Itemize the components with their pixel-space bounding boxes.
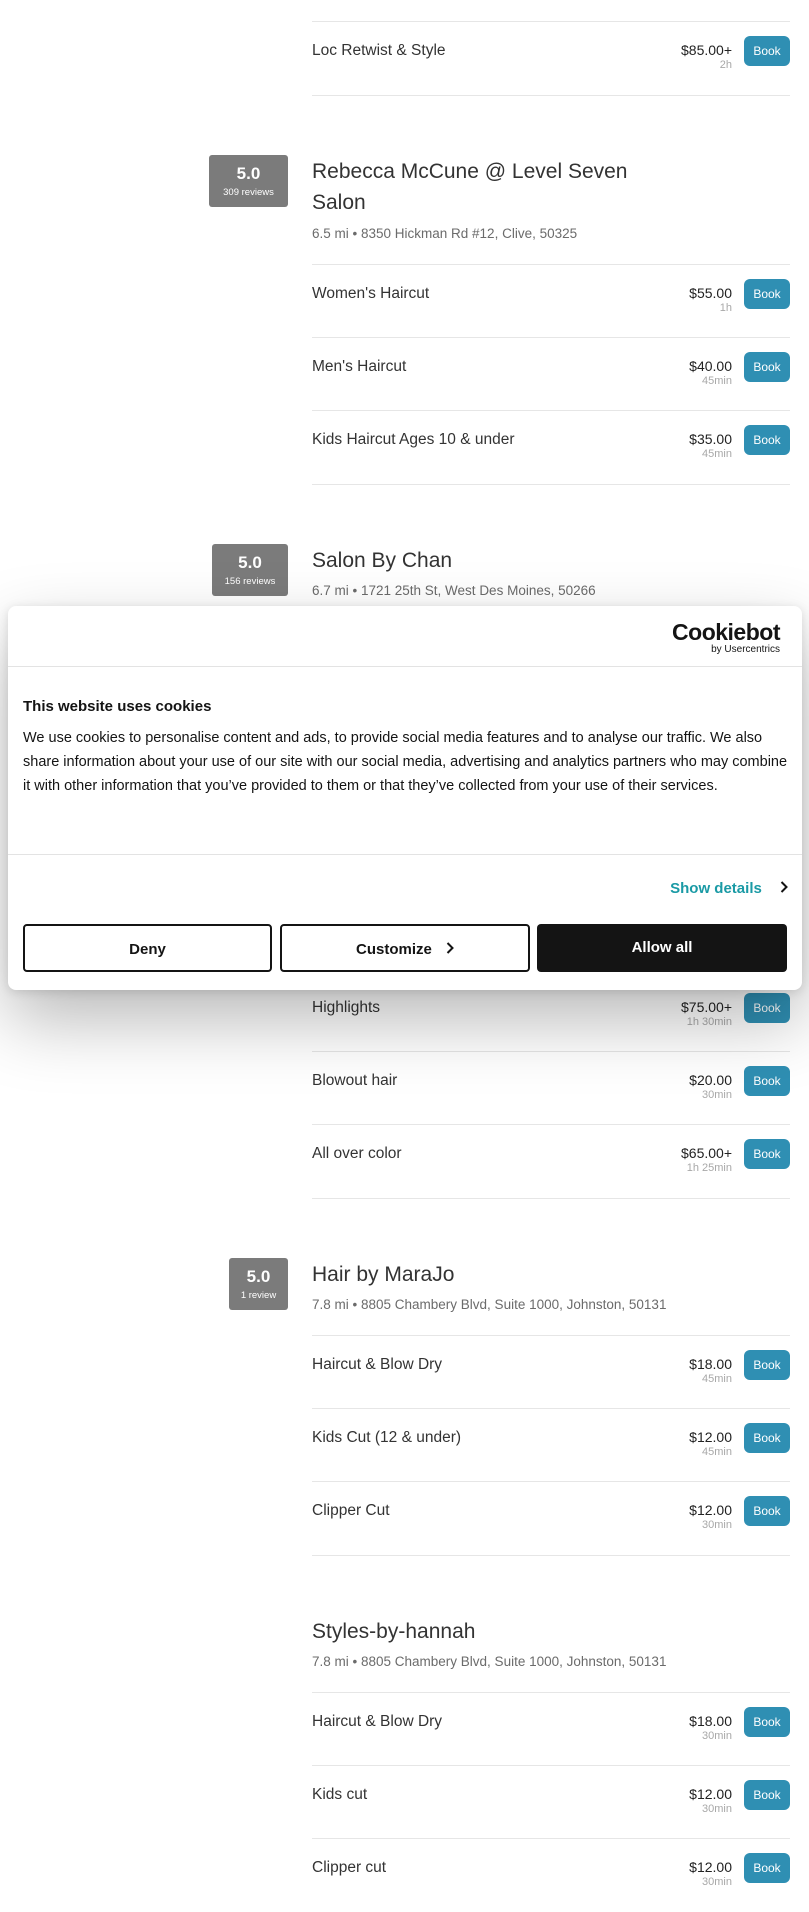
- service-price: $12.00: [689, 1502, 732, 1518]
- service-duration: 30min: [702, 1519, 732, 1531]
- salon-address: 6.5 mi • 8350 Hickman Rd #12, Clive, 503…: [312, 226, 578, 241]
- customize-label: Customize: [355, 941, 432, 958]
- cookie-body-text: We use cookies to personalise content an…: [23, 730, 788, 794]
- service-duration: 1h 30min: [686, 1016, 732, 1028]
- show-details-link[interactable]: Show details: [670, 880, 788, 897]
- service-duration: 2h: [719, 59, 732, 71]
- rating-badge: 5.0 156 reviews: [212, 544, 288, 596]
- service-price: $85.00+: [681, 42, 732, 58]
- service-row: Kids Cut (12 & under) $12.00 45min Book: [312, 1408, 790, 1482]
- cookiebot-brand: Cookiebot: [672, 619, 780, 645]
- book-button[interactable]: Book: [744, 993, 790, 1023]
- service-row: Blowout hair $20.00 30min Book: [312, 1051, 790, 1125]
- service-row: All over color $65.00+ 1h 25min Book: [312, 1124, 790, 1199]
- show-details-label: Show details: [670, 880, 762, 897]
- deny-label: Deny: [129, 941, 166, 958]
- service-duration: 45min: [702, 1373, 732, 1385]
- book-button[interactable]: Book: [744, 1066, 790, 1096]
- service-name: Blowout hair: [312, 1072, 398, 1089]
- service-name: Haircut & Blow Dry: [312, 1356, 443, 1373]
- service-name: All over color: [312, 1145, 402, 1162]
- service-price: $12.00: [689, 1429, 732, 1445]
- service-name: Highlights: [312, 999, 381, 1016]
- service-duration: 30min: [702, 1089, 732, 1101]
- service-name: Kids cut: [312, 1786, 368, 1803]
- service-duration: 45min: [702, 375, 732, 387]
- service-duration: 1h 25min: [686, 1162, 732, 1174]
- service-row: Clipper Cut $12.00 30min Book: [312, 1481, 790, 1556]
- service-name: Clipper Cut: [312, 1502, 390, 1519]
- chevron-right-icon: [780, 880, 788, 897]
- allow-all-label: Allow all: [631, 939, 693, 956]
- rating-badge: 5.0 309 reviews: [209, 155, 288, 207]
- salon-name[interactable]: Hair by MaraJo: [312, 1259, 672, 1290]
- service-row: Haircut & Blow Dry $18.00 45min Book: [312, 1335, 790, 1409]
- book-button[interactable]: Book: [744, 1496, 790, 1526]
- rating-score: 5.0: [238, 553, 262, 572]
- book-button[interactable]: Book: [744, 1780, 790, 1810]
- service-price: $20.00: [689, 1072, 732, 1088]
- book-button[interactable]: Book: [744, 1139, 790, 1169]
- service-price: $18.00: [689, 1713, 732, 1729]
- cookiebot-sub: by Usercentrics: [711, 644, 780, 655]
- service-duration: 30min: [702, 1803, 732, 1815]
- cookie-title: This website uses cookies: [23, 698, 212, 715]
- review-count: 309 reviews: [223, 187, 274, 198]
- service-price: $35.00: [689, 431, 732, 447]
- service-name: Kids Haircut Ages 10 & under: [312, 431, 515, 448]
- service-row: Kids cut $12.00 30min Book: [312, 1765, 790, 1839]
- service-row: Haircut & Blow Dry $18.00 30min Book: [312, 1692, 790, 1766]
- service-name: Haircut & Blow Dry: [312, 1713, 443, 1730]
- service-row: Kids Haircut Ages 10 & under $35.00 45mi…: [312, 410, 790, 485]
- service-name: Men's Haircut: [312, 358, 407, 375]
- service-duration: 45min: [702, 448, 732, 460]
- rating-badge: 5.0 1 review: [229, 1258, 288, 1310]
- salon-address: 6.7 mi • 1721 25th St, West Des Moines, …: [312, 583, 596, 598]
- service-row: Clipper cut $12.00 30min Book: [312, 1838, 790, 1912]
- service-name: Clipper cut: [312, 1859, 387, 1876]
- service-row: Women's Haircut $55.00 1h Book: [312, 264, 790, 338]
- salon-address: 7.8 mi • 8805 Chambery Blvd, Suite 1000,…: [312, 1297, 667, 1312]
- service-price: $55.00: [689, 285, 732, 301]
- service-price: $40.00: [689, 358, 732, 374]
- review-count: 156 reviews: [224, 576, 276, 587]
- service-name: Kids Cut (12 & under): [312, 1429, 462, 1446]
- cookiebot-logo: Cookiebot by Usercentrics: [672, 620, 780, 656]
- service-row: Loc Retwist & Style $85.00+ 2h Book: [312, 21, 790, 96]
- review-count: 1 review: [240, 1290, 277, 1301]
- rating-score: 5.0: [246, 1267, 271, 1286]
- allow-all-button[interactable]: Allow all: [537, 924, 787, 972]
- book-button[interactable]: Book: [744, 425, 790, 455]
- book-button[interactable]: Book: [744, 279, 790, 309]
- service-name: Women's Haircut: [312, 285, 430, 302]
- book-button[interactable]: Book: [744, 1853, 790, 1883]
- book-button[interactable]: Book: [744, 1350, 790, 1380]
- service-name: Loc Retwist & Style: [312, 42, 446, 59]
- service-price: $18.00: [689, 1356, 732, 1372]
- service-price: $12.00: [689, 1786, 732, 1802]
- salon-address: 7.8 mi • 8805 Chambery Blvd, Suite 1000,…: [312, 1654, 667, 1669]
- customize-button[interactable]: Customize: [280, 924, 530, 972]
- service-duration: 45min: [702, 1446, 732, 1458]
- service-row: Men's Haircut $40.00 45min Book: [312, 337, 790, 411]
- rating-score: 5.0: [236, 164, 261, 183]
- service-duration: 30min: [702, 1730, 732, 1742]
- service-price: $75.00+: [681, 999, 732, 1015]
- cookie-consent-banner: Cookiebot by Usercentrics This website u…: [8, 606, 802, 990]
- book-button[interactable]: Book: [744, 36, 790, 66]
- salon-name[interactable]: Salon By Chan: [312, 545, 672, 576]
- book-button[interactable]: Book: [744, 1423, 790, 1453]
- chevron-right-icon: [446, 941, 454, 958]
- service-price: $65.00+: [681, 1145, 732, 1161]
- salon-name[interactable]: Rebecca McCune @ Level Seven Salon: [312, 156, 672, 218]
- service-duration: 30min: [702, 1876, 732, 1888]
- cookie-divider: [8, 854, 802, 855]
- book-button[interactable]: Book: [744, 1707, 790, 1737]
- book-button[interactable]: Book: [744, 352, 790, 382]
- service-price: $12.00: [689, 1859, 732, 1875]
- deny-button[interactable]: Deny: [23, 924, 272, 972]
- cookie-banner-header: Cookiebot by Usercentrics: [8, 606, 802, 667]
- salon-name[interactable]: Styles-by-hannah: [312, 1616, 672, 1647]
- service-duration: 1h: [719, 302, 732, 314]
